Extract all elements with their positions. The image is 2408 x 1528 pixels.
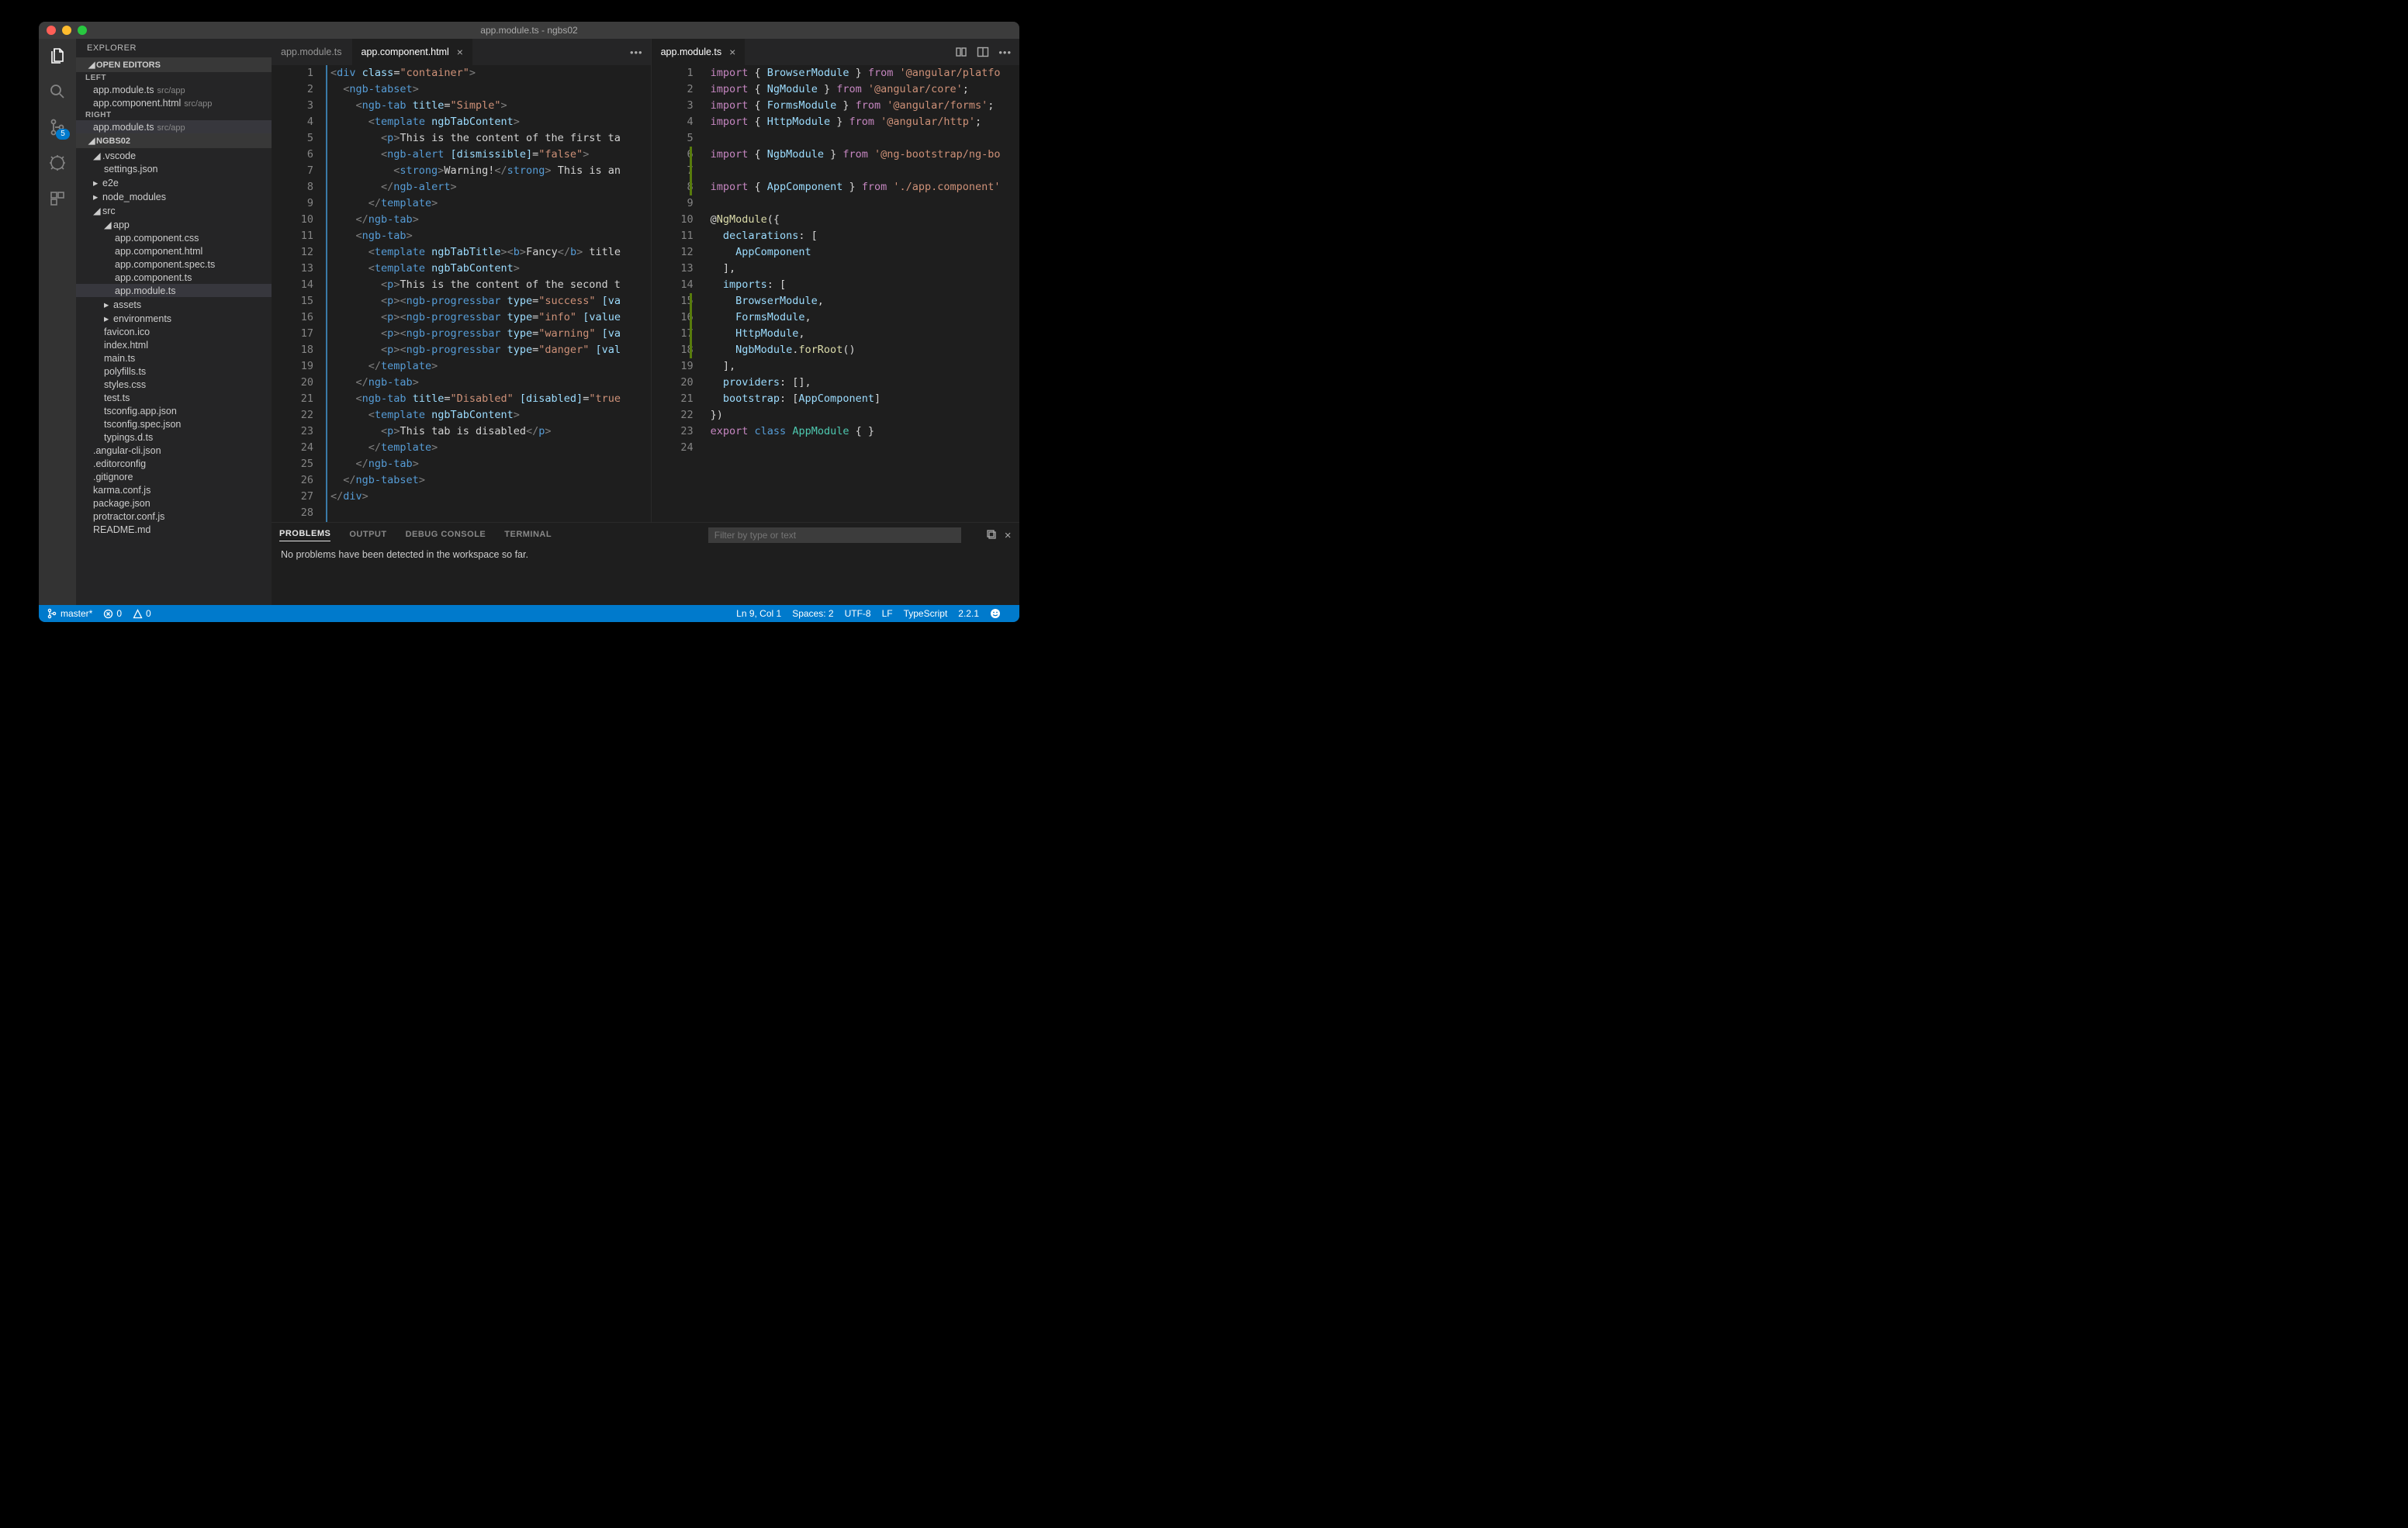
status-warnings-count: 0 bbox=[146, 608, 151, 619]
tree-file[interactable]: app.component.spec.ts bbox=[76, 258, 272, 271]
tree-folder[interactable]: ▸e2e bbox=[76, 175, 272, 189]
panel-tab-debug-console[interactable]: DEBUG CONSOLE bbox=[406, 530, 486, 541]
tab-app-component-html[interactable]: app.component.html × bbox=[352, 39, 473, 65]
collapse-all-icon[interactable] bbox=[986, 529, 997, 542]
panel-tab-terminal[interactable]: TERMINAL bbox=[504, 530, 552, 541]
open-editors-group-label: LEFT bbox=[76, 72, 272, 83]
tree-file[interactable]: polyfills.ts bbox=[76, 365, 272, 378]
tree-file[interactable]: .gitignore bbox=[76, 470, 272, 483]
tree-folder[interactable]: ◢.vscode bbox=[76, 148, 272, 162]
open-editors-group-label: RIGHT bbox=[76, 109, 272, 120]
tree-file[interactable]: app.component.html bbox=[76, 244, 272, 258]
section-project[interactable]: ◢NGBS02 bbox=[76, 133, 272, 148]
code-editor-left[interactable]: 1234567891011121314151617181920212223242… bbox=[272, 65, 651, 522]
tree-file[interactable]: main.ts bbox=[76, 351, 272, 365]
panel: PROBLEMS OUTPUT DEBUG CONSOLE TERMINAL ×… bbox=[272, 522, 1019, 605]
code-editor-right[interactable]: 123456789101112131415161718192021222324 … bbox=[652, 65, 1019, 522]
tree-file[interactable]: favicon.ico bbox=[76, 325, 272, 338]
status-version[interactable]: 2.2.1 bbox=[958, 608, 979, 619]
tree-file[interactable]: app.module.ts bbox=[76, 284, 272, 297]
status-bar: master* 0 0 Ln 9, Col 1 Spaces: 2 UTF-8 … bbox=[39, 605, 1019, 622]
tabs-right: app.module.ts × ••• bbox=[652, 39, 1019, 65]
open-editors-item[interactable]: app.module.tssrc/app bbox=[76, 120, 272, 133]
editor-group-right: app.module.ts × ••• bbox=[652, 39, 1019, 522]
tree-file[interactable]: protractor.conf.js bbox=[76, 510, 272, 523]
feedback-icon[interactable] bbox=[990, 608, 1001, 619]
tab-label: app.module.ts bbox=[661, 47, 722, 57]
editor-group-left: app.module.ts app.component.html × ••• 1… bbox=[272, 39, 652, 522]
tree-folder[interactable]: ◢src bbox=[76, 203, 272, 217]
source-control-icon[interactable]: 5 bbox=[47, 116, 68, 138]
tree-file[interactable]: app.component.ts bbox=[76, 271, 272, 284]
tree-file[interactable]: app.component.css bbox=[76, 231, 272, 244]
more-actions-icon[interactable]: ••• bbox=[630, 47, 643, 58]
activity-bar: 5 bbox=[39, 39, 76, 605]
titlebar[interactable]: app.module.ts - ngbs02 bbox=[39, 22, 1019, 39]
status-spaces[interactable]: Spaces: 2 bbox=[792, 608, 833, 619]
status-errors-count: 0 bbox=[116, 608, 122, 619]
status-eol[interactable]: LF bbox=[882, 608, 893, 619]
open-editors-item[interactable]: app.component.htmlsrc/app bbox=[76, 96, 272, 109]
status-cursor[interactable]: Ln 9, Col 1 bbox=[736, 608, 781, 619]
tree-file[interactable]: README.md bbox=[76, 523, 272, 536]
panel-message: No problems have been detected in the wo… bbox=[272, 548, 1019, 562]
status-errors[interactable]: 0 bbox=[103, 608, 122, 619]
extensions-icon[interactable] bbox=[47, 188, 68, 209]
panel-tab-output[interactable]: OUTPUT bbox=[349, 530, 386, 541]
tabs-left: app.module.ts app.component.html × ••• bbox=[272, 39, 651, 65]
files-icon[interactable] bbox=[47, 45, 68, 67]
close-icon[interactable]: × bbox=[457, 46, 463, 58]
tab-app-module-ts[interactable]: app.module.ts bbox=[272, 39, 352, 65]
section-project-label: NGBS02 bbox=[96, 137, 130, 146]
tree-file[interactable]: settings.json bbox=[76, 162, 272, 175]
source-control-badge: 5 bbox=[56, 129, 70, 140]
close-icon[interactable]: × bbox=[729, 46, 735, 58]
tree-file[interactable]: tsconfig.spec.json bbox=[76, 417, 272, 430]
status-encoding[interactable]: UTF-8 bbox=[845, 608, 871, 619]
tree-folder[interactable]: ◢app bbox=[76, 217, 272, 231]
tree-folder[interactable]: ▸assets bbox=[76, 297, 272, 311]
tree-folder[interactable]: ▸node_modules bbox=[76, 189, 272, 203]
section-open-editors-label: OPEN EDITORS bbox=[96, 60, 161, 70]
status-branch[interactable]: master* bbox=[47, 608, 92, 619]
tree-file[interactable]: test.ts bbox=[76, 391, 272, 404]
window-title: app.module.ts - ngbs02 bbox=[39, 25, 1019, 36]
status-branch-label: master* bbox=[61, 608, 92, 619]
split-editor-icon[interactable] bbox=[977, 46, 989, 58]
search-icon[interactable] bbox=[47, 81, 68, 102]
tree-file[interactable]: styles.css bbox=[76, 378, 272, 391]
status-warnings[interactable]: 0 bbox=[133, 608, 151, 619]
panel-tab-problems[interactable]: PROBLEMS bbox=[279, 529, 330, 541]
sidebar-title: EXPLORER bbox=[76, 39, 272, 57]
tree-file[interactable]: tsconfig.app.json bbox=[76, 404, 272, 417]
tree-file[interactable]: package.json bbox=[76, 496, 272, 510]
status-language[interactable]: TypeScript bbox=[904, 608, 948, 619]
window: app.module.ts - ngbs02 5 EXPLORER bbox=[39, 22, 1019, 622]
tree-file[interactable]: typings.d.ts bbox=[76, 430, 272, 444]
open-editors-item[interactable]: app.module.tssrc/app bbox=[76, 83, 272, 96]
tab-label: app.component.html bbox=[362, 47, 449, 57]
more-actions-icon[interactable]: ••• bbox=[998, 47, 1012, 58]
tree-file[interactable]: index.html bbox=[76, 338, 272, 351]
tree-file[interactable]: karma.conf.js bbox=[76, 483, 272, 496]
tree-file[interactable]: .angular-cli.json bbox=[76, 444, 272, 457]
panel-filter-input[interactable] bbox=[708, 527, 961, 543]
tab-label: app.module.ts bbox=[281, 47, 342, 57]
debug-icon[interactable] bbox=[47, 152, 68, 174]
sidebar-explorer: EXPLORER ◢OPEN EDITORS LEFTapp.module.ts… bbox=[76, 39, 272, 605]
close-panel-icon[interactable]: × bbox=[1005, 529, 1012, 542]
tree-folder[interactable]: ▸environments bbox=[76, 311, 272, 325]
compare-icon[interactable] bbox=[955, 46, 967, 58]
section-open-editors[interactable]: ◢OPEN EDITORS bbox=[76, 57, 272, 72]
tree-file[interactable]: .editorconfig bbox=[76, 457, 272, 470]
tab-app-module-ts[interactable]: app.module.ts × bbox=[652, 39, 746, 65]
